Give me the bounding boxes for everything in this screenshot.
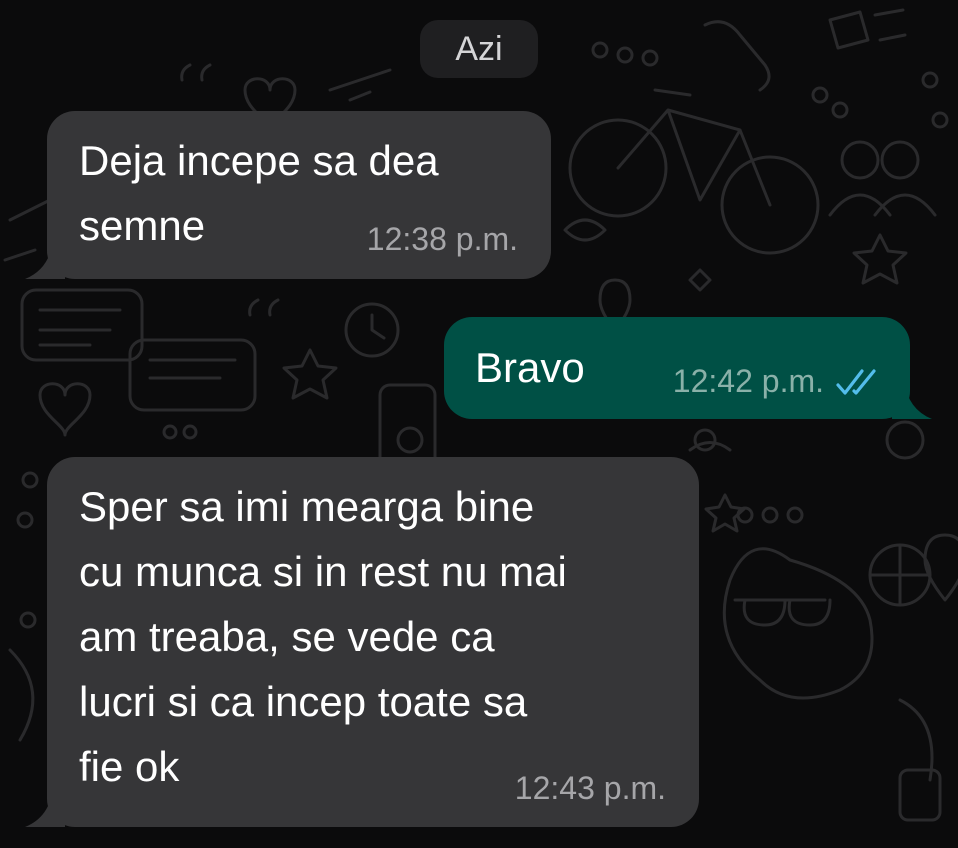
bubble-tail [25, 239, 65, 279]
message-timestamp: 12:38 p.m. [366, 221, 518, 257]
chat-view[interactable]: Azi Deja incepe sa dea semne 12:38 p.m. … [0, 0, 958, 848]
message-bubble-incoming[interactable]: Deja incepe sa dea semne 12:38 p.m. [25, 111, 551, 279]
double-check-icon [836, 369, 876, 395]
bubble-tail [25, 787, 65, 827]
message-text: Bravo [475, 344, 585, 391]
message-bubble-incoming[interactable]: Sper sa imi mearga bine cu munca si in r… [25, 457, 699, 827]
message-timestamp: 12:42 p.m. [672, 363, 824, 399]
bubble-tail [892, 379, 932, 419]
message-bubble-outgoing[interactable]: Bravo 12:42 p.m. [444, 317, 932, 419]
date-separator: Azi [420, 20, 538, 78]
message-text: Sper sa imi mearga bine cu munca si in r… [79, 483, 567, 790]
message-timestamp: 12:43 p.m. [514, 770, 666, 806]
